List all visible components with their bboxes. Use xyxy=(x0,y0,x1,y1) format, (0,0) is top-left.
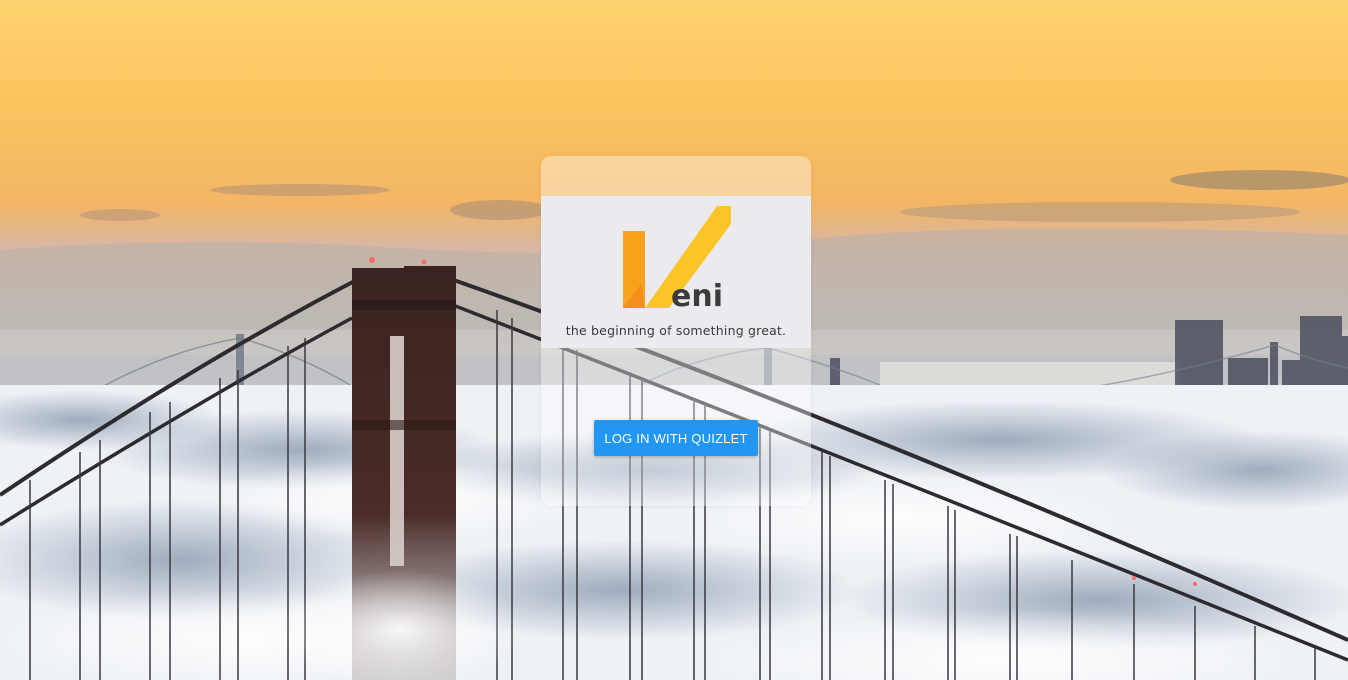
tagline: the beginning of something great. xyxy=(565,323,787,338)
login-page: eni the beginning of something great. LO… xyxy=(0,0,1348,680)
login-card: eni the beginning of something great. LO… xyxy=(541,156,811,506)
login-with-quizlet-button[interactable]: LOG IN WITH QUIZLET xyxy=(594,420,758,456)
veni-logo: eni xyxy=(623,206,731,312)
logo-wordmark: eni xyxy=(671,279,723,312)
logo-panel: eni the beginning of something great. xyxy=(541,196,811,348)
